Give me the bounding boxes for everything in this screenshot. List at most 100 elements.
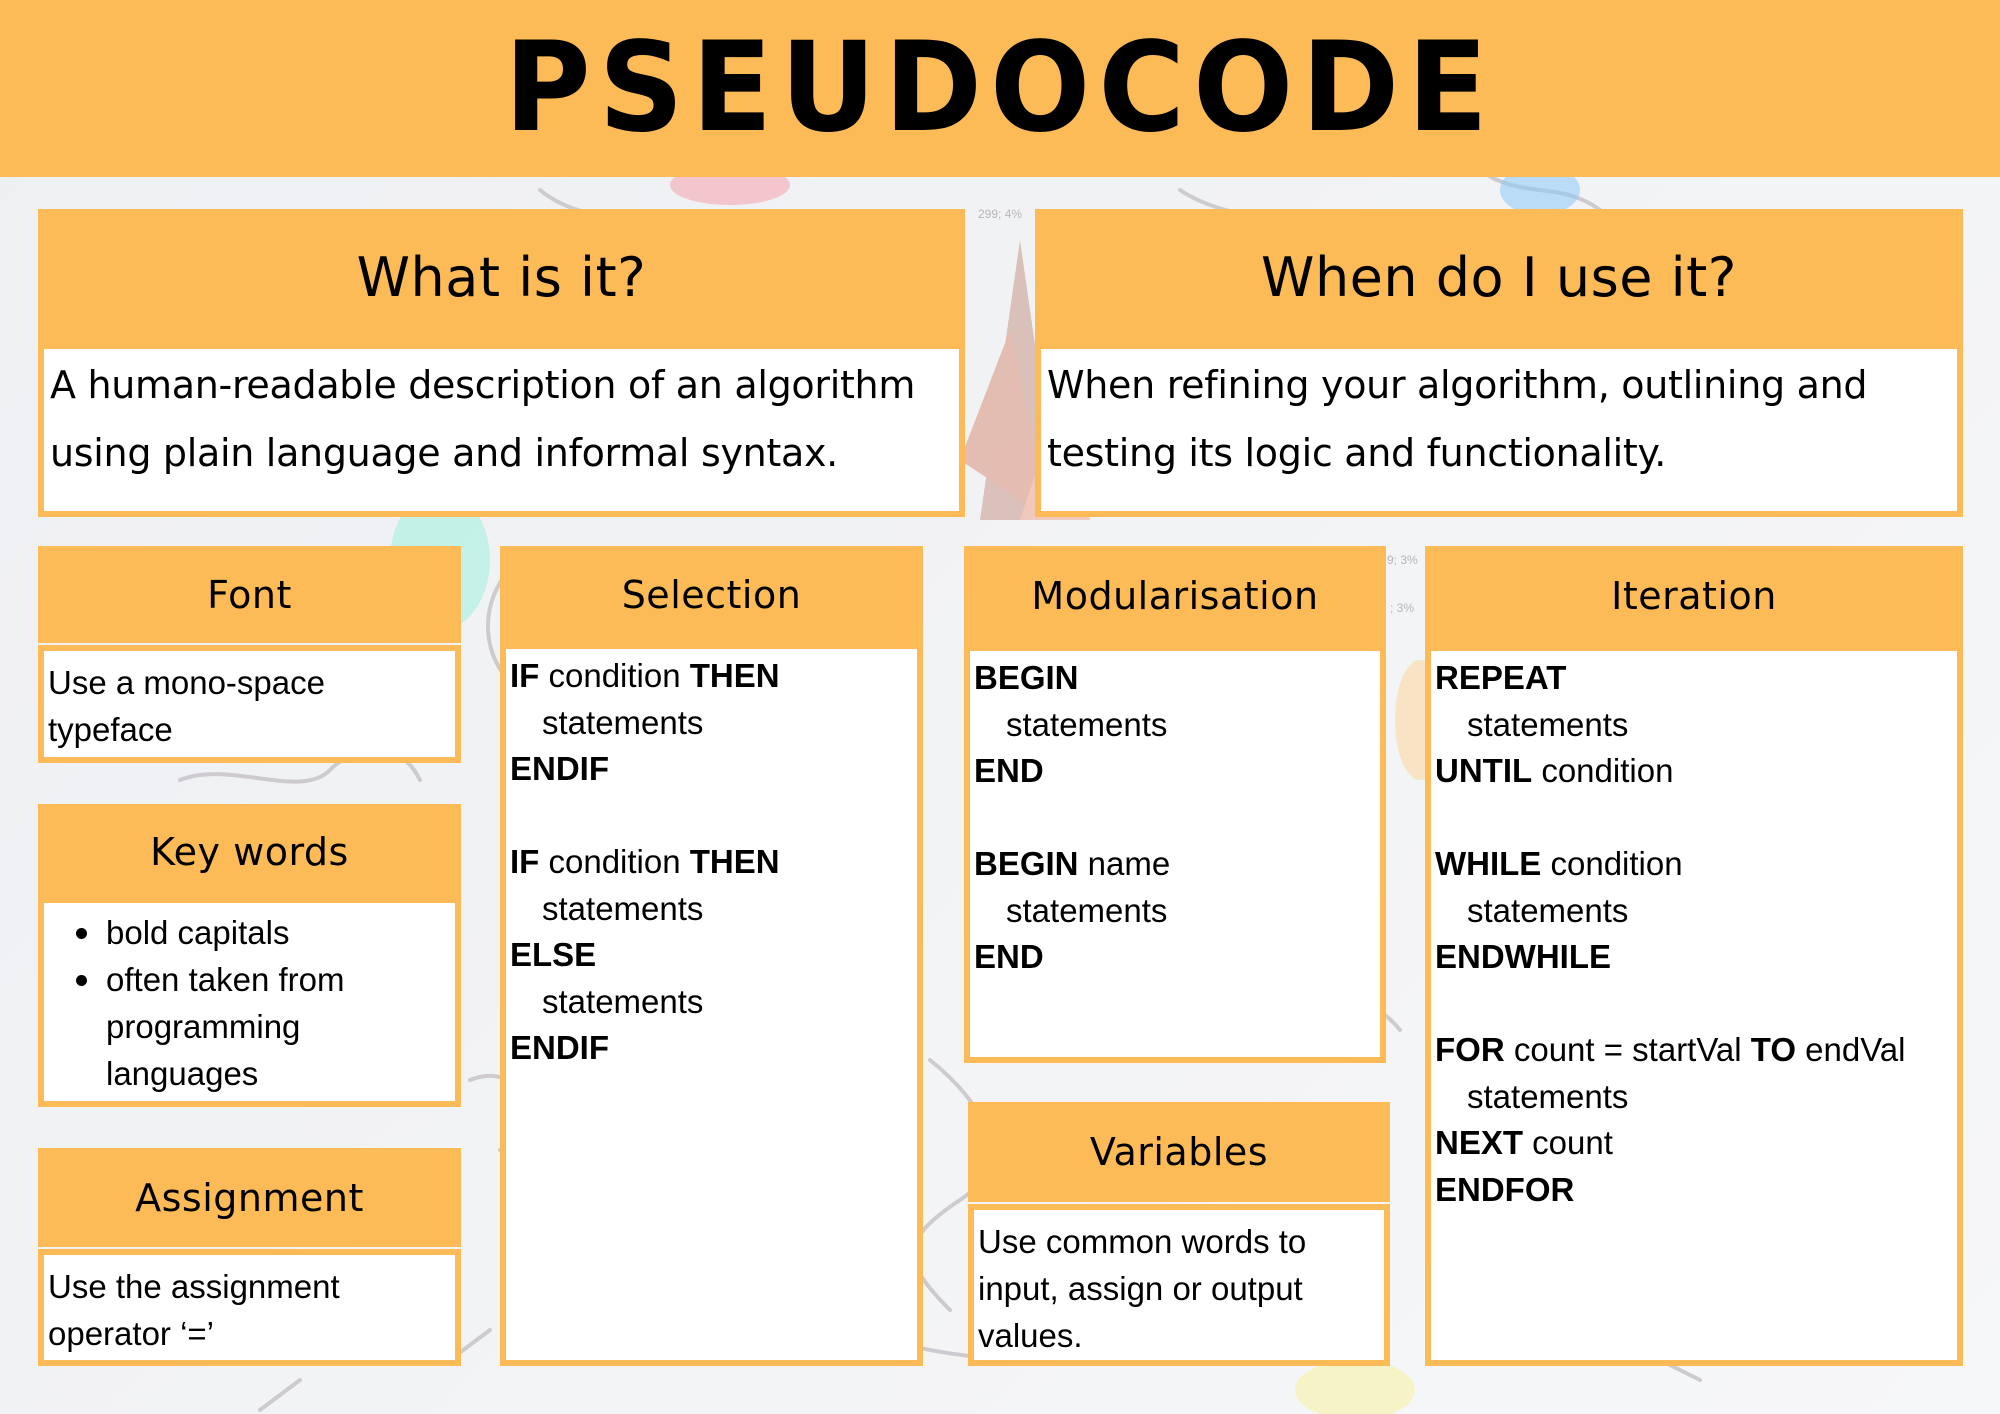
code-text: statements <box>1467 705 1629 743</box>
key-words-card: Key words bold capitals often taken from… <box>38 804 461 1107</box>
keyword: ENDIF <box>510 1029 609 1066</box>
code-text: statements <box>542 982 704 1020</box>
background-label: 9; 3% <box>1387 553 1418 567</box>
code-line: ENDIF <box>510 746 917 793</box>
font-card: Font Use a mono-space typeface <box>38 546 461 763</box>
card-body: Use a mono-space typeface <box>38 645 461 763</box>
what-is-it-card: What is it? A human-readable description… <box>38 209 965 517</box>
card-body: Use the assignment operator ‘=’ <box>38 1249 461 1366</box>
card-heading: When do I use it? <box>1035 209 1963 345</box>
keyword: THEN <box>689 657 780 694</box>
body-line: Use common words to <box>978 1223 1307 1260</box>
code-line: ELSE <box>510 932 917 979</box>
keyword: BEGIN <box>974 659 1079 696</box>
list-item-text: languages <box>106 1055 259 1092</box>
keyword: ELSE <box>510 936 597 973</box>
code-line: REPEAT <box>1435 655 1957 702</box>
keyword: UNTIL <box>1435 752 1533 789</box>
keyword: THEN <box>689 843 780 880</box>
code-block: IF condition THEN statements ENDIF IF cond… <box>500 643 923 1366</box>
background-label: ; 3% <box>1390 601 1415 615</box>
keyword: WHILE <box>1435 845 1542 882</box>
card-heading: What is it? <box>38 209 965 345</box>
keyword: FOR <box>1435 1031 1505 1068</box>
keyword: IF <box>510 843 540 880</box>
assignment-card: Assignment Use the assignment operator ‘… <box>38 1148 461 1366</box>
keyword: IF <box>510 657 540 694</box>
keyword: REPEAT <box>1435 659 1567 696</box>
code-text: statements <box>542 703 704 741</box>
bullet-icon <box>76 975 87 986</box>
body-line: A human-readable description of an algor… <box>50 363 916 407</box>
code-text: count <box>1523 1124 1613 1161</box>
body-line: values. <box>978 1317 1083 1354</box>
code-text: condition <box>1532 752 1674 789</box>
keyword: NEXT <box>1435 1124 1524 1161</box>
card-heading: Selection <box>500 546 923 643</box>
list-item: bold capitals <box>72 909 455 956</box>
bullet-icon <box>76 928 87 939</box>
code-text: statements <box>1006 891 1168 929</box>
page-title: PSEUDOCODE <box>504 14 1496 159</box>
list-item: often taken from programming languages <box>72 956 455 1097</box>
card-heading: Variables <box>968 1102 1390 1202</box>
selection-card: Selection IF condition THEN statements END… <box>500 546 923 1366</box>
keyword: BEGIN <box>974 845 1079 882</box>
code-line: FOR count = startVal TO endVal <box>1435 1027 1957 1074</box>
code-line: END <box>974 748 1380 795</box>
when-to-use-card: When do I use it? When refining your alg… <box>1035 209 1963 517</box>
code-text: condition <box>539 657 690 694</box>
code-block: BEGIN statements END BEGIN name statements E… <box>964 645 1386 1063</box>
code-text: condition <box>539 843 690 880</box>
card-body: bold capitals often taken from programmi… <box>38 897 461 1107</box>
code-line: BEGIN <box>974 655 1380 702</box>
code-line <box>510 793 917 840</box>
iteration-card: Iteration REPEAT statements UNTIL conditio… <box>1425 546 1963 1366</box>
card-body: A human-readable description of an algor… <box>38 343 965 517</box>
code-line: statements <box>510 700 917 747</box>
code-line: ENDFOR <box>1435 1167 1957 1214</box>
keyword: END <box>974 938 1044 975</box>
card-heading: Modularisation <box>964 546 1386 645</box>
code-text: name <box>1078 845 1171 882</box>
code-block: REPEAT statements UNTIL condition WHILE co… <box>1425 645 1963 1366</box>
body-line: input, assign or output <box>978 1270 1303 1307</box>
code-line: statements <box>510 979 917 1026</box>
list-item-text: often taken from <box>106 961 345 998</box>
code-text: endVal <box>1796 1031 1906 1068</box>
list-item-text: programming <box>106 1008 301 1045</box>
code-line: statements <box>1435 888 1957 935</box>
title-banner: PSEUDOCODE <box>0 0 2000 177</box>
body-line: testing its logic and functionality. <box>1047 431 1667 475</box>
code-text: statements <box>1006 705 1168 743</box>
code-line: statements <box>1435 1074 1957 1121</box>
keyword: TO <box>1750 1031 1797 1068</box>
card-heading: Assignment <box>38 1148 461 1247</box>
code-text: statements <box>542 889 704 927</box>
body-line: typeface <box>48 711 173 748</box>
code-line: statements <box>974 888 1380 935</box>
card-heading: Iteration <box>1425 546 1963 645</box>
code-text: statements <box>1467 1077 1629 1115</box>
keyword: END <box>974 752 1044 789</box>
card-body: When refining your algorithm, outlining … <box>1035 343 1963 517</box>
code-line <box>1435 795 1957 842</box>
keyword: ENDIF <box>510 750 609 787</box>
code-text: condition <box>1541 845 1683 882</box>
body-line: Use the assignment <box>48 1268 340 1305</box>
code-line: BEGIN name <box>974 841 1380 888</box>
code-text: statements <box>1467 891 1629 929</box>
keywords-list: bold capitals often taken from programmi… <box>48 909 455 1097</box>
code-line: UNTIL condition <box>1435 748 1957 795</box>
background-label: 299; 4% <box>978 207 1023 221</box>
card-heading: Key words <box>38 804 461 899</box>
code-text: count = startVal <box>1504 1031 1751 1068</box>
keyword: ENDFOR <box>1435 1170 1575 1208</box>
code-line: ENDIF <box>510 1025 917 1072</box>
body-line: Use a mono-space <box>48 664 325 701</box>
code-line: IF condition THEN <box>510 653 917 700</box>
code-line: ENDWHILE <box>1435 934 1957 981</box>
